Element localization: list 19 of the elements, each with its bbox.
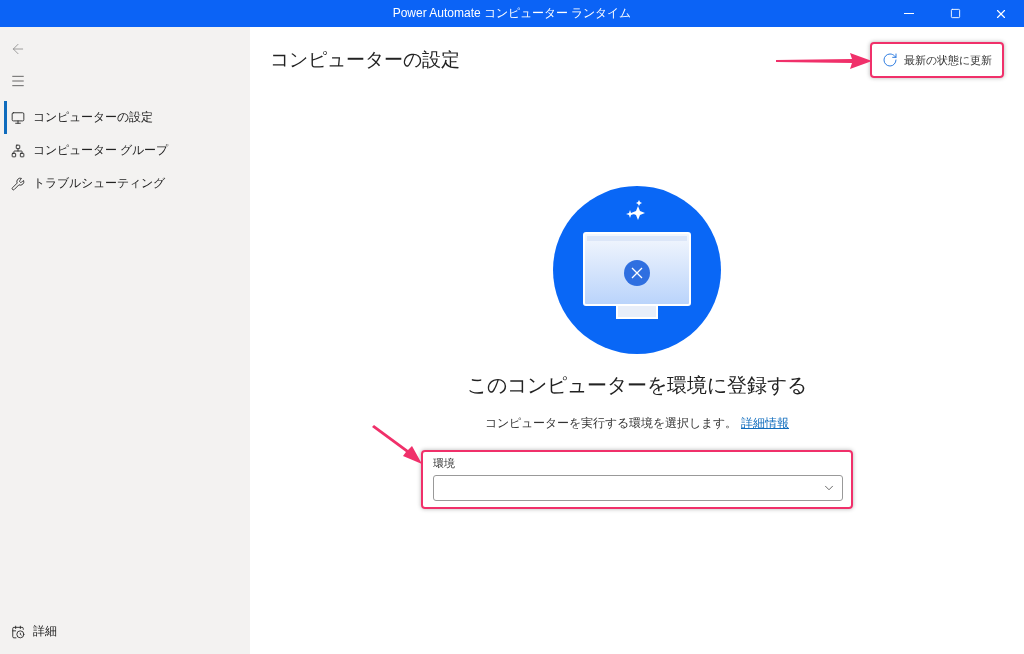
- field-label: 環境: [433, 456, 456, 471]
- network-icon: [11, 143, 25, 158]
- register-description: コンピューターを実行する環境を選択します。 詳細情報: [485, 415, 789, 432]
- minimize-icon: [904, 13, 914, 14]
- wrench-icon: [11, 176, 25, 191]
- environment-dropdown[interactable]: [433, 475, 843, 501]
- menu-icon: [10, 73, 26, 89]
- window-title: Power Automate コンピューター ランタイム: [392, 5, 632, 22]
- monitor-icon: [11, 110, 25, 125]
- nav-item[interactable]: コンピューターの設定: [4, 101, 250, 134]
- details-item[interactable]: 詳細: [4, 615, 250, 648]
- refresh-icon: [882, 52, 898, 68]
- register-heading: このコンピューターを環境に登録する: [467, 373, 807, 398]
- learn-more-link[interactable]: 詳細情報: [741, 416, 789, 430]
- nav-item[interactable]: トラブルシューティング: [4, 167, 250, 200]
- maximize-icon: [949, 8, 961, 19]
- nav-item[interactable]: コンピューター グループ: [4, 134, 250, 167]
- refresh-button[interactable]: 最新の状態に更新: [876, 48, 998, 72]
- page-title: コンピューターの設定: [270, 48, 460, 72]
